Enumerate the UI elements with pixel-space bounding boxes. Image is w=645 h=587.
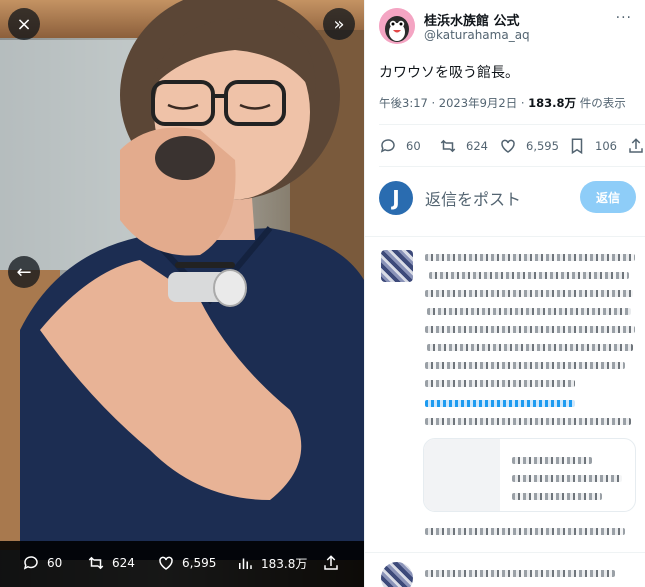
views-chart-icon xyxy=(239,558,252,569)
redacted-text xyxy=(427,308,631,315)
share-button[interactable] xyxy=(627,137,645,155)
link-preview-card[interactable] xyxy=(423,438,636,512)
close-button[interactable]: × xyxy=(8,8,40,40)
tweet-text: カワウソを吸う館長。 xyxy=(379,65,519,81)
redacted-text xyxy=(512,493,602,500)
share-icon xyxy=(324,555,338,570)
redacted-text xyxy=(429,272,629,279)
heart-icon xyxy=(501,139,515,153)
chevron-double-right-icon: » xyxy=(333,13,345,35)
redacted-text xyxy=(425,380,575,387)
like-count: 6,595 xyxy=(526,139,559,153)
media-reply-button[interactable]: 60 xyxy=(22,554,62,572)
redacted-text xyxy=(427,344,633,351)
arrow-left-icon: ← xyxy=(16,261,32,283)
media-views-button[interactable]: 183.8万 xyxy=(236,554,307,572)
more-options-icon[interactable]: ··· xyxy=(616,10,632,26)
redacted-text xyxy=(512,475,622,482)
media-like-button[interactable]: 6,595 xyxy=(157,554,216,572)
user-avatar[interactable]: J xyxy=(379,181,413,215)
photo xyxy=(0,0,364,587)
heart-icon xyxy=(159,556,173,570)
media-viewer: × » ← 60 624 6,595 183.8万 xyxy=(0,0,364,587)
penguin-mascot-icon xyxy=(379,8,415,44)
author-display-name[interactable]: 桂浜水族館 公式 xyxy=(424,10,520,29)
reply-icon xyxy=(23,556,38,570)
author-handle[interactable]: @katurahama_aq xyxy=(424,28,530,42)
reply-input[interactable]: 返信をポスト xyxy=(425,186,521,210)
reply-author-avatar[interactable] xyxy=(381,562,413,587)
bookmark-icon xyxy=(571,138,583,155)
divider xyxy=(379,166,645,167)
previous-image-button[interactable]: ← xyxy=(8,256,40,288)
redacted-text xyxy=(425,528,625,535)
retweet-icon xyxy=(440,139,456,153)
redacted-text xyxy=(425,290,633,297)
bookmark-button[interactable]: 106 xyxy=(568,137,617,155)
retweet-button[interactable]: 624 xyxy=(439,137,488,155)
reply-icon xyxy=(380,139,395,153)
reply-submit-button[interactable]: 返信 xyxy=(580,181,636,213)
tweet-time[interactable]: 午後3:17 xyxy=(379,96,428,110)
reply-count: 60 xyxy=(406,139,421,153)
bookmark-count: 106 xyxy=(595,139,617,153)
media-views-count: 183.8万 xyxy=(261,556,308,571)
redacted-text xyxy=(512,457,592,464)
tweet-meta: 午後3:17 · 2023年9月2日 · 183.8万 件の表示 xyxy=(379,95,626,111)
tweet-date[interactable]: 2023年9月2日 xyxy=(439,96,517,110)
meta-separator: · xyxy=(520,96,525,110)
redacted-link[interactable] xyxy=(425,400,575,407)
retweet-count: 624 xyxy=(466,139,488,153)
author-avatar[interactable] xyxy=(379,8,415,44)
tweet-views-count: 183.8万 xyxy=(528,96,577,110)
media-retweet-count: 624 xyxy=(112,556,135,570)
media-share-button[interactable] xyxy=(322,554,347,572)
tweet-panel: 桂浜水族館 公式 @katurahama_aq ··· カワウソを吸う館長。 午… xyxy=(364,0,645,587)
meta-separator: · xyxy=(431,96,436,110)
tweet-views-label: 件の表示 xyxy=(579,96,626,110)
divider xyxy=(365,236,645,237)
redacted-text xyxy=(425,362,625,369)
retweet-icon xyxy=(88,556,104,570)
redacted-text xyxy=(425,570,615,577)
media-reply-count: 60 xyxy=(47,556,63,570)
close-icon: × xyxy=(16,13,32,35)
redacted-text xyxy=(425,418,631,425)
divider xyxy=(365,552,645,553)
media-like-count: 6,595 xyxy=(182,556,217,570)
reply-button[interactable]: 60 xyxy=(379,137,421,155)
redacted-text xyxy=(425,326,635,333)
media-action-bar: 60 624 6,595 183.8万 xyxy=(0,541,364,587)
divider xyxy=(379,124,645,125)
like-button[interactable]: 6,595 xyxy=(499,137,559,155)
share-icon xyxy=(629,138,643,153)
link-thumbnail xyxy=(424,439,500,511)
media-retweet-button[interactable]: 624 xyxy=(87,554,135,572)
expand-panel-button[interactable]: » xyxy=(323,8,355,40)
reply-author-avatar[interactable] xyxy=(381,250,413,282)
redacted-text xyxy=(425,254,635,261)
